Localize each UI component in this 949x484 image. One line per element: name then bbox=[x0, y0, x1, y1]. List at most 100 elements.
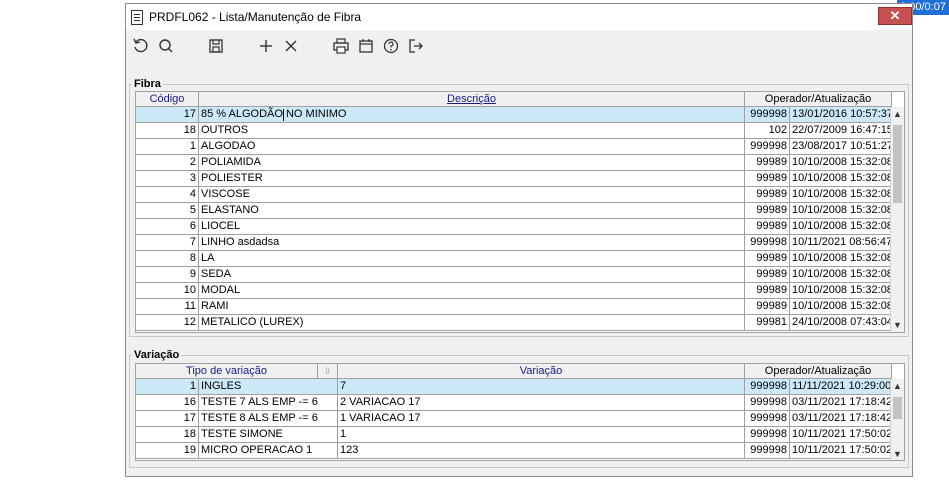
operador-cell: 999998 bbox=[745, 443, 790, 458]
variacao-cell: 7 bbox=[338, 379, 745, 394]
tipo-cell: MICRO OPERACAO 1 bbox=[199, 443, 338, 458]
table-row[interactable]: 7 LINHO asdadsa 999998 10/11/2021 08:56:47 bbox=[136, 235, 892, 251]
save-icon[interactable] bbox=[206, 36, 226, 56]
table-row[interactable]: 6 LIOCEL 99989 10/10/2008 15:32:08 bbox=[136, 219, 892, 235]
table-row[interactable]: 1 INGLES 7 999998 11/11/2021 10:29:00 bbox=[136, 379, 892, 395]
table-row[interactable]: 9 SEDA 99989 10/10/2008 15:32:08 bbox=[136, 267, 892, 283]
close-button[interactable]: ✕ bbox=[878, 7, 912, 25]
refresh-icon[interactable] bbox=[131, 36, 151, 56]
descricao-cell: OUTROS bbox=[199, 123, 745, 138]
fibra-legend: Fibra bbox=[134, 78, 161, 90]
table-row[interactable]: 19 MICRO OPERACAO 1 123 999998 10/11/2021 17… bbox=[136, 443, 892, 459]
data-cell: 10/11/2021 17:50:02 bbox=[792, 428, 892, 440]
app-icon bbox=[131, 10, 143, 25]
table-row[interactable]: 18 TESTE SIMONE 1 999998 10/11/2021 17:50:02 bbox=[136, 427, 892, 443]
table-row[interactable]: 12 METALICO (LUREX) 99981 24/10/2008 07:43:… bbox=[136, 315, 892, 331]
codigo-cell: 7 bbox=[136, 235, 199, 250]
table-row[interactable]: 16 TESTE 7 ALS EMP -= 62 VARIACAO 17 99999… bbox=[136, 395, 892, 411]
operador-cell: 999998 bbox=[745, 379, 790, 394]
codigo-cell: 2 bbox=[136, 155, 199, 170]
codigo-cell: 19 bbox=[136, 443, 199, 458]
tipo-cell: TESTE 8 ALS EMP -= 6 bbox=[199, 411, 338, 426]
fibra-scrollbar[interactable]: ▲ ▼ bbox=[890, 107, 904, 332]
operador-cell: 99981 bbox=[745, 315, 790, 330]
data-cell: 10/11/2021 17:50:02 bbox=[792, 444, 892, 456]
data-cell: 22/07/2009 16:47:15 bbox=[792, 124, 892, 136]
data-cell: 10/10/2008 15:32:08 bbox=[792, 156, 892, 168]
table-row[interactable]: 1 ALGODAO 999998 23/08/2017 10:51:27 bbox=[136, 139, 892, 155]
sort-icon[interactable]: ⇳ bbox=[318, 364, 338, 378]
calendar-icon[interactable] bbox=[356, 36, 376, 56]
codigo-cell: 4 bbox=[136, 187, 199, 202]
table-row[interactable]: 18 OUTROS 102 22/07/2009 16:47:15 bbox=[136, 123, 892, 139]
table-row[interactable]: 5 ELASTANO 99989 10/10/2008 15:32:08 bbox=[136, 203, 892, 219]
table-row[interactable]: 4 VISCOSE 99989 10/10/2008 15:32:08 bbox=[136, 187, 892, 203]
table-row[interactable]: 8 LA 99989 10/10/2008 15:32:08 bbox=[136, 251, 892, 267]
codigo-cell: 17 bbox=[136, 411, 199, 426]
text-cursor bbox=[283, 109, 284, 121]
data-cell: 03/11/2021 17:18:42 bbox=[792, 396, 892, 408]
descricao-cell: RAMI bbox=[199, 299, 745, 314]
col-variacao-header[interactable]: Variação bbox=[338, 364, 745, 378]
operador-cell: 999998 bbox=[745, 395, 790, 410]
col-tipo-header[interactable]: Tipo de variação bbox=[136, 364, 318, 378]
col-codigo-header[interactable]: Código bbox=[136, 92, 199, 106]
descricao-cell: POLIESTER bbox=[199, 171, 745, 186]
table-row[interactable]: 17 TESTE 8 ALS EMP -= 61 VARIACAO 17 99999… bbox=[136, 411, 892, 427]
descricao-cell: SEDA bbox=[199, 267, 745, 282]
operador-cell: 99989 bbox=[745, 155, 790, 170]
operador-cell: 99989 bbox=[745, 299, 790, 314]
fibra-grid: Código Descrição Operador/Atualização 17… bbox=[135, 91, 905, 333]
codigo-cell: 11 bbox=[136, 299, 199, 314]
data-cell: 10/10/2008 15:32:08 bbox=[792, 284, 892, 296]
col-operador-header[interactable]: Operador/Atualização bbox=[745, 92, 892, 106]
codigo-cell: 9 bbox=[136, 267, 199, 282]
fibra-grid-header: Código Descrição Operador/Atualização bbox=[136, 92, 892, 107]
tipo-cell: INGLES bbox=[199, 379, 338, 394]
help-icon[interactable] bbox=[381, 36, 401, 56]
scroll-down-icon[interactable]: ▼ bbox=[891, 447, 904, 460]
variacao-cell: 2 VARIACAO 17 bbox=[338, 395, 745, 410]
operador-cell: 99989 bbox=[745, 251, 790, 266]
descricao-cell: POLIAMIDA bbox=[199, 155, 745, 170]
codigo-cell: 10 bbox=[136, 283, 199, 298]
variacao-scrollbar[interactable]: ▲ ▼ bbox=[890, 379, 904, 460]
scroll-up-icon[interactable]: ▲ bbox=[891, 379, 904, 393]
table-row[interactable]: 2 POLIAMIDA 99989 10/10/2008 15:32:08 bbox=[136, 155, 892, 171]
codigo-cell: 1 bbox=[136, 379, 199, 394]
scroll-up-icon[interactable]: ▲ bbox=[891, 107, 904, 121]
descricao-cell: METALICO (LUREX) bbox=[199, 315, 745, 330]
data-cell: 23/08/2017 10:51:27 bbox=[792, 140, 892, 152]
tipo-cell: TESTE 7 ALS EMP -= 6 bbox=[199, 395, 338, 410]
data-cell: 10/10/2008 15:32:08 bbox=[792, 172, 892, 184]
search-icon[interactable] bbox=[156, 36, 176, 56]
exit-icon[interactable] bbox=[406, 36, 426, 56]
add-icon[interactable] bbox=[256, 36, 276, 56]
table-row[interactable]: 17 85 % ALGODÃO NO MINIMO 999998 13/01/2016… bbox=[136, 107, 892, 123]
descricao-cell: 85 % ALGODÃO NO MINIMO bbox=[199, 107, 745, 122]
scroll-thumb[interactable] bbox=[893, 125, 902, 203]
scroll-down-icon[interactable]: ▼ bbox=[891, 318, 904, 332]
operador-cell: 99989 bbox=[745, 171, 790, 186]
col-operador-header-2[interactable]: Operador/Atualização bbox=[745, 364, 892, 378]
codigo-cell: 6 bbox=[136, 219, 199, 234]
data-cell: 24/10/2008 07:43:04 bbox=[792, 316, 892, 328]
print-icon[interactable] bbox=[331, 36, 351, 56]
table-row[interactable]: 3 POLIESTER 99989 10/10/2008 15:32:08 bbox=[136, 171, 892, 187]
data-cell: 10/10/2008 15:32:08 bbox=[792, 188, 892, 200]
data-cell: 11/11/2021 10:29:00 bbox=[792, 380, 892, 392]
data-cell: 13/01/2016 10:57:37 bbox=[792, 108, 892, 120]
operador-cell: 99989 bbox=[745, 267, 790, 282]
scroll-thumb[interactable] bbox=[893, 397, 902, 419]
descricao-cell: ALGODAO bbox=[199, 139, 745, 154]
codigo-cell: 18 bbox=[136, 123, 199, 138]
delete-icon[interactable] bbox=[281, 36, 301, 56]
col-descricao-header[interactable]: Descrição bbox=[199, 92, 745, 106]
data-cell: 10/10/2008 15:32:08 bbox=[792, 252, 892, 264]
table-row[interactable]: 10 MODAL 99989 10/10/2008 15:32:08 bbox=[136, 283, 892, 299]
codigo-cell: 3 bbox=[136, 171, 199, 186]
table-row[interactable]: 11 RAMI 99989 10/10/2008 15:32:08 bbox=[136, 299, 892, 315]
codigo-cell: 16 bbox=[136, 395, 199, 410]
codigo-cell: 18 bbox=[136, 427, 199, 442]
data-cell: 03/11/2021 17:18:42 bbox=[792, 412, 892, 424]
